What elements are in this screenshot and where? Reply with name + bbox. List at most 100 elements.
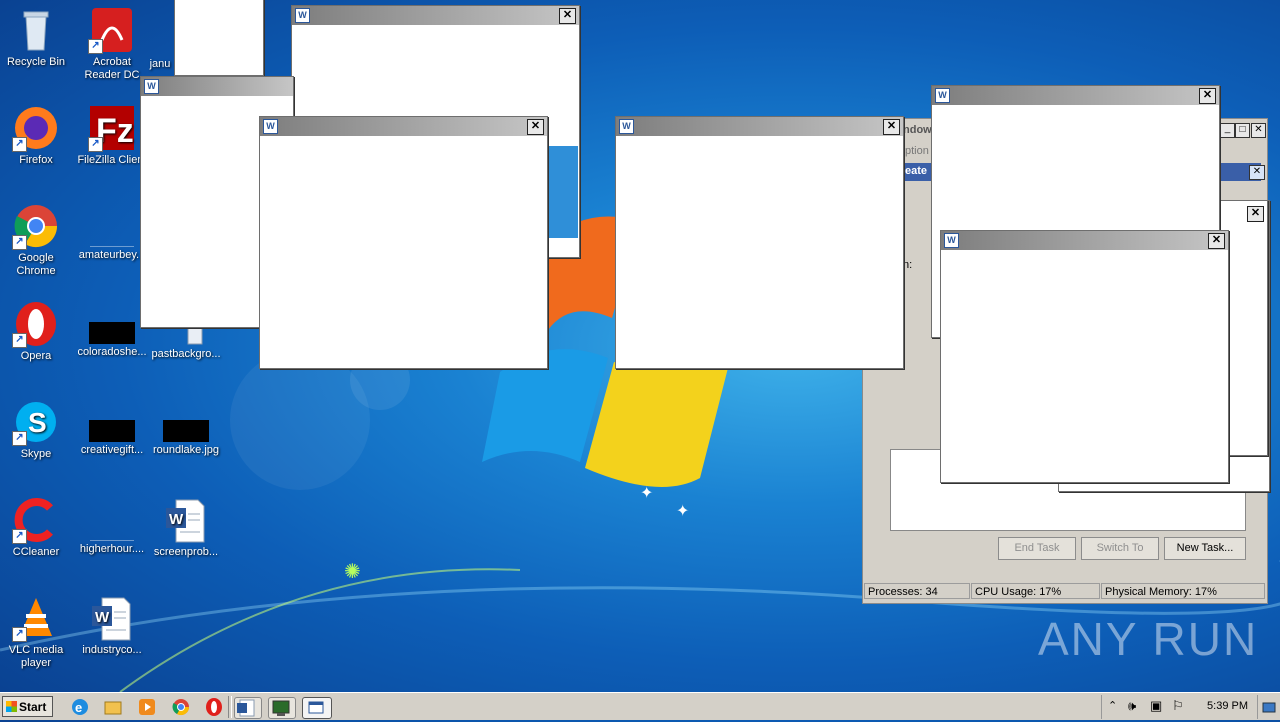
end-task-button[interactable]: End Task [998, 537, 1076, 560]
word-icon: W [935, 88, 950, 103]
close-button[interactable]: ✕ [1251, 123, 1266, 138]
close-button[interactable]: ✕ [1208, 233, 1225, 249]
shortcut-arrow-icon: ↗ [12, 431, 27, 446]
image-file-icon [163, 420, 209, 442]
desktop-icon-coloradoshe[interactable]: coloradoshe... [75, 310, 149, 359]
desktop-icon-chrome[interactable]: ↗ Google Chrome [0, 202, 73, 278]
window-titlebar[interactable]: W ✕ [260, 117, 547, 136]
desktop-icon-industryco[interactable]: W industryco... [75, 594, 149, 657]
desktop-icon-label: roundlake.jpg [152, 444, 220, 456]
desktop-icon-label: Opera [20, 350, 52, 362]
windows-flag-icon [6, 701, 17, 712]
acrobat-icon: ↗ [88, 6, 136, 54]
desktop-icon-firefox[interactable]: ↗ Firefox [0, 104, 73, 167]
close-button[interactable]: ✕ [559, 8, 576, 24]
svg-text:✦: ✦ [640, 485, 653, 502]
close-button[interactable]: ✕ [883, 119, 900, 135]
window-titlebar[interactable]: W ✕ [941, 231, 1228, 250]
network-icon[interactable]: ▣ [1150, 698, 1162, 714]
start-button[interactable]: Start [2, 696, 53, 717]
status-processes: Processes: 34 [864, 583, 970, 599]
window-titlebar[interactable]: W [141, 77, 293, 96]
image-file-icon [90, 518, 134, 541]
taskbar: Start e ⌃ 🕪 ▣ ⚐ 5:39 PM [0, 692, 1280, 720]
switch-to-button[interactable]: Switch To [1081, 537, 1159, 560]
dialog-close-button[interactable]: ✕ [1249, 165, 1265, 180]
chrome-icon[interactable] [171, 697, 191, 717]
image-file-icon [89, 420, 135, 442]
status-cpu-usage: CPU Usage: 17% [971, 583, 1100, 599]
word-icon: W [944, 233, 959, 248]
shortcut-arrow-icon: ↗ [12, 235, 27, 250]
desktop-icon-roundlake[interactable]: roundlake.jpg [149, 408, 223, 457]
word-icon: W [263, 119, 278, 134]
shortcut-arrow-icon: ↗ [12, 627, 27, 642]
opera-icon: ↗ [12, 300, 60, 348]
window-task-icon[interactable] [302, 697, 332, 719]
action-center-flag-icon[interactable]: ⚐ [1172, 698, 1184, 714]
desktop-icon-label: industryco... [82, 644, 142, 656]
window-titlebar[interactable]: W ✕ [616, 117, 903, 136]
desktop-icon-label: Acrobat Reader DC [84, 56, 140, 81]
svg-text:e: e [75, 700, 82, 715]
ie-icon[interactable]: e [70, 697, 90, 717]
desktop-icon-filezilla[interactable]: Fz ↗ FileZilla Client [75, 104, 149, 167]
desktop-icon-label: screenprob... [153, 546, 219, 558]
skype-icon: S ↗ [12, 398, 60, 446]
new-task-button[interactable]: New Task... [1164, 537, 1246, 560]
minimize-button[interactable]: _ [1220, 123, 1235, 138]
desktop-icon-screenprob[interactable]: W screenprob... [149, 496, 223, 559]
image-file-icon [90, 224, 134, 247]
svg-text:✦: ✦ [676, 503, 689, 520]
desktop-icon-vlc[interactable]: ↗ VLC media player [0, 594, 73, 670]
show-desktop-button[interactable] [1257, 695, 1280, 719]
svg-text:W: W [169, 511, 184, 528]
opera-icon[interactable] [204, 697, 224, 717]
volume-icon[interactable]: 🕪 [1128, 698, 1136, 714]
shortcut-arrow-icon: ↗ [12, 333, 27, 348]
desktop-icon-label: higherhour.... [79, 543, 145, 555]
show-hidden-icons-button[interactable]: ⌃ [1108, 699, 1117, 712]
word-popup-window-4[interactable]: W ✕ [615, 116, 904, 369]
close-button[interactable]: ✕ [1247, 206, 1264, 222]
desktop-icon-label: creativegift... [80, 444, 144, 456]
clock[interactable]: 5:39 PM [1207, 700, 1248, 712]
desktop-icon-acrobat[interactable]: ↗ Acrobat Reader DC [75, 6, 149, 82]
word-popup-window-3[interactable]: W ✕ [259, 116, 548, 369]
desktop-icon-label: Skype [20, 448, 52, 460]
window-titlebar[interactable]: W ✕ [932, 86, 1219, 105]
desktop-icon-amateurbey[interactable]: amateurbey... [75, 212, 149, 262]
desktop-icon-opera[interactable]: ↗ Opera [0, 300, 73, 363]
menu-options[interactable]: ption [905, 145, 929, 157]
close-button[interactable]: ✕ [527, 119, 544, 135]
svg-text:✺: ✺ [344, 561, 361, 583]
desktop-icon-recycle-bin[interactable]: Recycle Bin [0, 6, 73, 69]
desktop-icon-label: Firefox [19, 154, 53, 166]
desktop-icon-creativegift[interactable]: creativegift... [75, 408, 149, 457]
filezilla-icon: Fz ↗ [88, 104, 136, 152]
desktop-icon-label: Google Chrome [16, 252, 56, 277]
word-popup-window-6[interactable]: W ✕ [940, 230, 1229, 483]
window-titlebar[interactable]: W ✕ [292, 6, 579, 25]
start-label: Start [19, 700, 47, 714]
desktop-icon-higherhour[interactable]: higherhour.... [75, 506, 149, 556]
firefox-icon: ↗ [12, 104, 60, 152]
task-manager-task-icon[interactable] [268, 697, 296, 719]
status-physical-memory: Physical Memory: 17% [1101, 583, 1265, 599]
close-button[interactable]: ✕ [1199, 88, 1216, 104]
desktop-icon-ccleaner[interactable]: ↗ CCleaner [0, 496, 73, 559]
desktop-icon-label: pastbackgro... [151, 348, 221, 360]
blank-window-top-left-edge[interactable] [174, 0, 264, 76]
explorer-icon[interactable] [103, 697, 123, 717]
maximize-button[interactable]: □ [1235, 123, 1250, 138]
desktop-icon-label: FileZilla Client [77, 154, 147, 166]
media-player-icon[interactable] [137, 697, 157, 717]
desktop-icon-skype[interactable]: S ↗ Skype [0, 398, 73, 461]
word-task-icon[interactable] [234, 697, 262, 719]
word-icon: W [144, 79, 159, 94]
shortcut-arrow-icon: ↗ [88, 39, 103, 54]
field-label: n: [903, 259, 913, 271]
desktop-icon-label: VLC media player [8, 644, 64, 669]
ccleaner-icon: ↗ [12, 496, 60, 544]
svg-text:W: W [95, 609, 110, 626]
